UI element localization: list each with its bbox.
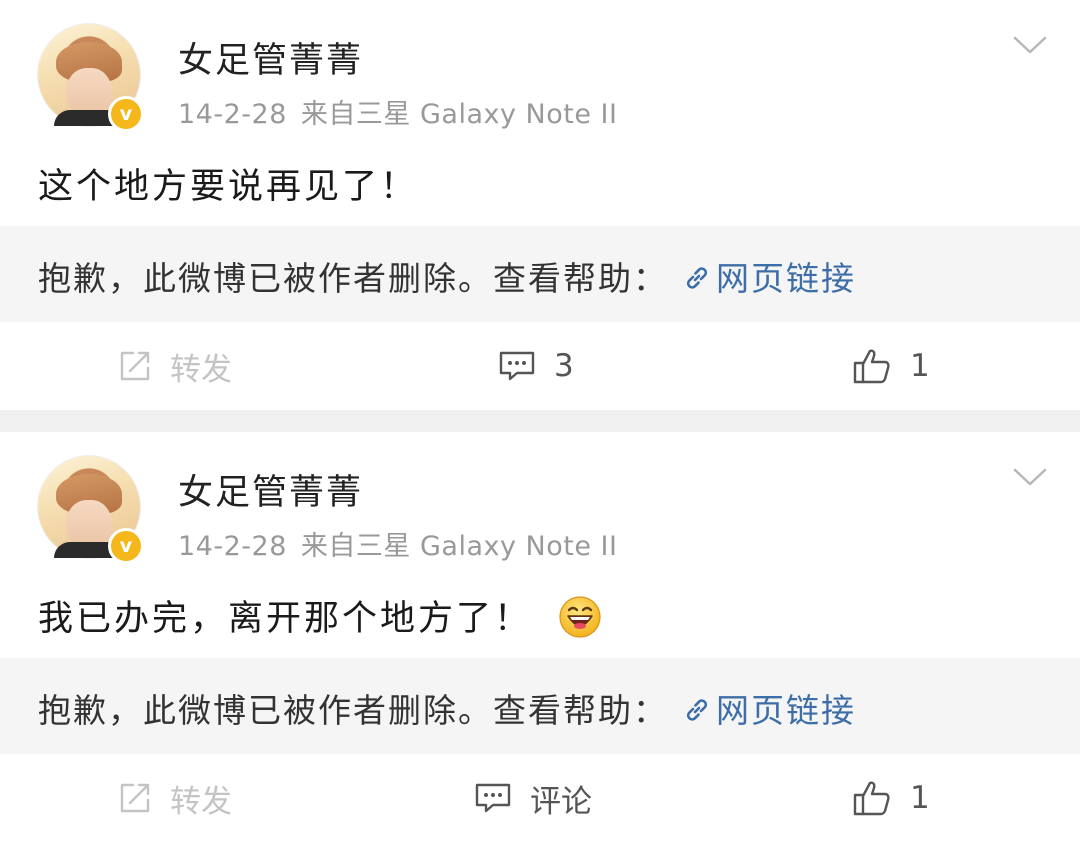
repost-button[interactable]: 转发 <box>118 344 232 388</box>
post-source: 来自三星 Galaxy Note II <box>300 99 618 130</box>
link-icon <box>686 267 708 289</box>
post-meta: 14-2-28 来自三星 Galaxy Note II <box>178 92 617 131</box>
post-content: 这个地方要说再见了！ <box>38 167 419 207</box>
post-source: 来自三星 Galaxy Note II <box>300 531 618 562</box>
link-icon <box>686 699 708 721</box>
web-link[interactable]: 网页链接 <box>682 691 856 730</box>
share-icon <box>120 351 150 381</box>
deleted-notice: 抱歉，此微博已被作者删除。查看帮助： 网页链接 <box>38 684 856 732</box>
repost-label: 转发 <box>170 351 232 388</box>
like-count: 1 <box>910 348 930 384</box>
comment-count: 3 <box>554 348 574 384</box>
web-link-label: 网页链接 <box>716 259 856 298</box>
repost-button[interactable]: 转发 <box>118 776 232 820</box>
deleted-notice: 抱歉，此微博已被作者删除。查看帮助： 网页链接 <box>38 252 856 300</box>
web-link-label: 网页链接 <box>716 691 856 730</box>
thumbs-up-icon <box>853 781 890 816</box>
post-content: 我已办完，离开那个地方了！ <box>38 590 602 642</box>
repost-label: 转发 <box>170 783 232 820</box>
comment-label: 评论 <box>530 783 592 820</box>
deleted-notice-text: 抱歉，此微博已被作者删除。查看帮助： <box>38 691 668 730</box>
username[interactable]: 女足管菁菁 <box>178 464 363 515</box>
chevron-down-icon[interactable] <box>1012 466 1048 488</box>
verified-badge-icon: v <box>108 96 144 132</box>
comment-button[interactable]: 3 <box>498 344 574 388</box>
deleted-notice-text: 抱歉，此微博已被作者删除。查看帮助： <box>38 259 668 298</box>
comment-button[interactable]: 评论 <box>474 776 592 820</box>
action-bar: 转发 评论 1 <box>0 754 1080 842</box>
username[interactable]: 女足管菁菁 <box>178 32 363 83</box>
post-meta: 14-2-28 来自三星 Galaxy Note II <box>178 524 617 563</box>
chevron-down-icon[interactable] <box>1012 34 1048 56</box>
like-count: 1 <box>910 780 930 816</box>
action-bar: 转发 3 1 <box>0 322 1080 410</box>
post-date: 14-2-28 <box>178 531 287 562</box>
deleted-retweet-box[interactable]: 抱歉，此微博已被作者删除。查看帮助： 网页链接 <box>0 226 1080 322</box>
deleted-retweet-box[interactable]: 抱歉，此微博已被作者删除。查看帮助： 网页链接 <box>0 658 1080 754</box>
post-date: 14-2-28 <box>178 99 287 130</box>
thumbs-up-icon <box>853 349 890 384</box>
verified-badge-icon: v <box>108 528 144 564</box>
web-link[interactable]: 网页链接 <box>682 259 856 298</box>
post-content-text: 我已办完，离开那个地方了！ <box>38 599 533 639</box>
comment-icon <box>499 351 535 381</box>
comment-icon <box>475 783 511 813</box>
like-button[interactable]: 1 <box>852 776 930 820</box>
post-separator <box>0 410 1080 432</box>
weibo-feed: v 女足管菁菁 14-2-28 来自三星 Galaxy Note II 这个地方要… <box>0 0 1080 860</box>
post-card: v 女足管菁菁 14-2-28 来自三星 Galaxy Note II 这个地方要… <box>0 0 1080 410</box>
like-button[interactable]: 1 <box>852 344 930 388</box>
share-icon <box>120 783 150 813</box>
laughing-face-icon <box>559 596 601 638</box>
post-card: v 女足管菁菁 14-2-28 来自三星 Galaxy Note II 我已办完，… <box>0 432 1080 860</box>
